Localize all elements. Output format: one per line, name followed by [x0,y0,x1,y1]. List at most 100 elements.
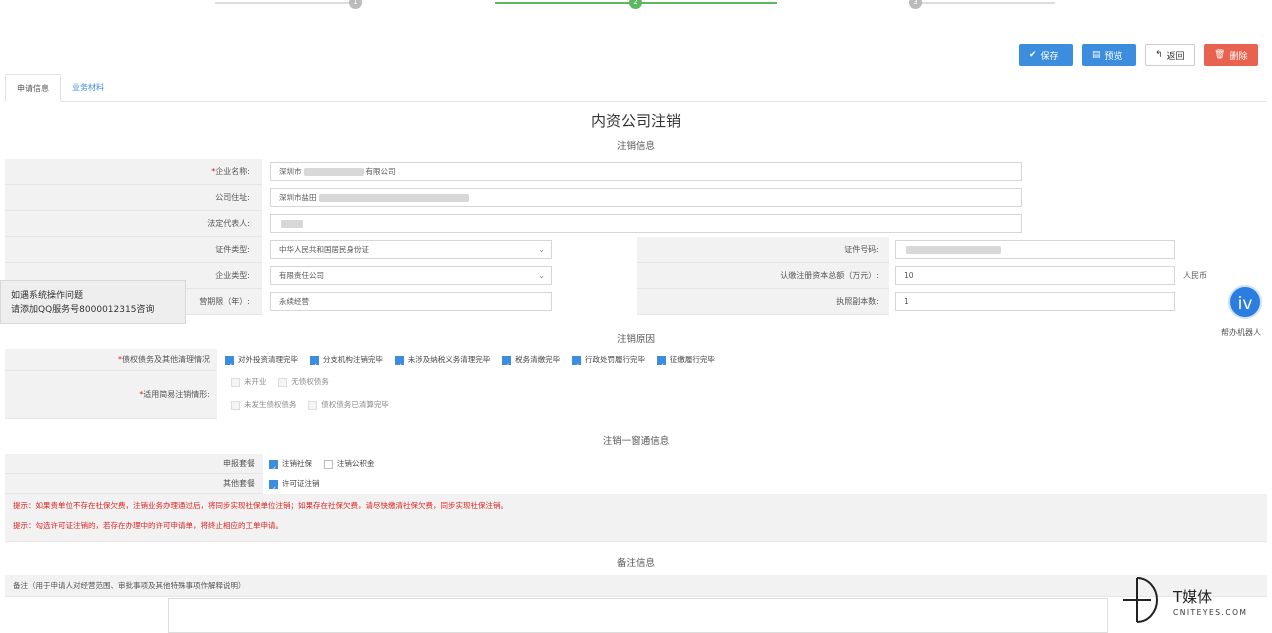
step-line [915,2,1055,4]
legal-rep-label: 法定代表人: [207,219,250,228]
simple-item: 未开业 [231,371,267,393]
form-row: 申报套餐 注销社保 注销公积金 [5,454,1267,479]
checkbox[interactable] [394,355,404,377]
section-title-cancel-info: 注销信息 [616,141,655,152]
company-name-label: *企业名称: [211,167,250,176]
checkbox[interactable] [323,459,333,469]
back-button[interactable]: ↰ 返回 [1145,44,1195,66]
watermark-logo-icon [1123,577,1158,623]
robot-icon: iv [1228,285,1262,319]
license-copies-input[interactable]: 1 [895,292,1175,311]
checkbox [231,400,240,410]
debt-item[interactable]: 对外投资清理完毕 [225,349,298,377]
remark-label: 备注（用于申请人对经营范围、审批事项及其他特殊事项作解释说明） [13,581,246,590]
form-row: *适用简易注销情形: 未开业 无债权债务 未发生债权债务 债权债务已清算完毕 [5,371,1267,419]
checkbox[interactable] [225,355,234,377]
other-package-label: 其他套餐 [223,479,255,488]
form-row: 公司住址: 深圳市盐田 [5,185,1267,211]
checkbox [231,377,240,387]
form-row: *债权债务及其他清理情况 对外投资清理完毕 分支机构注销完毕 未涉及纳税义务清理… [5,349,1267,377]
form-row: 企业类型: 有限责任公司 ⌄ 认缴注册资本总额（万元）: 10 人民币 [5,263,1267,289]
step-2-dot: 2 [629,0,642,9]
address-input[interactable]: 深圳市盐田 [270,188,1022,207]
remark-row: 备注（用于申请人对经营范围、审批事项及其他特殊事项作解释说明） [5,575,1267,597]
checkbox[interactable] [572,355,581,377]
tab-bar: 申请信息 业务材料 [5,74,1267,102]
debt-item[interactable]: 征缴履行完毕 [656,349,715,377]
tip-license: 提示：勾选许可证注销的，若存在办理中的许可申请单，将终止相应的工单申请。 [13,521,283,530]
preview-button[interactable]: ▤ 预览 [1082,44,1136,66]
checkbox[interactable] [656,355,666,377]
reply-icon: ↰ [1155,50,1163,60]
debt-checkbox-group: 对外投资清理完毕 分支机构注销完毕 未涉及纳税义务清理完毕 税务清缴完毕 行政处… [217,349,1267,377]
declare-checkbox-group: 注销社保 注销公积金 [263,454,1267,479]
company-name-input[interactable]: 深圳市 有限公司 [270,162,1022,181]
form-row: 营期限（年）: 永续经营 执照副本数: 1 [5,289,1267,315]
page-title: 内资公司注销 [590,112,681,130]
delete-button[interactable]: 🗑 删除 [1204,44,1258,66]
section-title-cancel-reason: 注销原因 [616,334,655,345]
list-icon: ▤ [1092,50,1101,60]
assistant-robot[interactable]: iv 帮办机器人 [1221,285,1264,338]
simple-cancel-label: *适用简易注销情形: [139,390,210,399]
check-icon: ✔ [1029,50,1037,60]
trash-icon: 🗑 [1214,50,1226,60]
step-1-dot: 1 [349,0,362,9]
id-number-input[interactable] [895,240,1175,259]
watermark-en: CNITEYES.COM [1173,608,1248,617]
declare-package-label: 申报套餐 [223,459,255,468]
save-button[interactable]: ✔ 保存 [1019,44,1073,66]
form-row: 法定代表人: [5,211,1267,237]
capital-unit: 人民币 [1183,271,1207,280]
id-type-label: 证件类型: [215,245,250,254]
checkbox [308,400,318,410]
simple-item: 未发生债权债务 [231,393,297,417]
other-item-license-cancel[interactable]: 许可证注销 [269,474,320,499]
checkbox[interactable] [502,355,512,377]
license-copies-label: 执照副本数: [836,297,879,306]
registered-capital-label: 认缴注册资本总额（万元）: [780,271,879,280]
section-title-remark: 备注信息 [616,558,655,569]
tip-social-security: 提示：如果贵单位不存在社保欠费，注销业务办理通过后，将同步实现社保单位注销；如果… [13,501,508,510]
debt-item[interactable]: 行政处罚履行完毕 [572,349,645,377]
id-number-label: 证件号码: [844,245,879,254]
progress-stepper: 1 2 3 [215,0,1055,10]
form-row: 证件类型: 中华人民共和国居民身份证 ⌄ 证件号码: [5,237,1267,263]
other-checkbox-group: 许可证注销 [263,474,1267,499]
step-3-dot: 3 [909,0,922,9]
declare-item-housing-fund[interactable]: 注销公积金 [323,454,374,474]
debt-label: *债权债务及其他清理情况 [118,355,210,364]
debt-item[interactable]: 未涉及纳税义务清理完毕 [394,349,490,377]
chevron-down-icon: ⌄ [538,271,545,280]
remark-textarea[interactable] [168,598,1108,633]
business-term-input[interactable]: 永续经营 [270,292,552,311]
form-row: *企业名称: 深圳市 有限公司 [5,159,1267,185]
debt-item[interactable]: 税务清缴完毕 [502,349,560,377]
tips-panel: 提示：如果贵单位不存在社保欠费，注销业务办理通过后，将同步实现社保单位注销；如果… [5,494,1267,542]
tab-application-info[interactable]: 申请信息 [5,74,61,102]
watermark-cn: T媒体 [1173,588,1213,606]
simple-item: 债权债务已清算完毕 [308,393,389,417]
chevron-down-icon: ⌄ [538,245,545,254]
checkbox [278,377,288,387]
checkbox[interactable] [269,459,278,479]
checkbox[interactable] [309,355,319,377]
watermark: T媒体 CNITEYES.COM [1123,576,1268,628]
help-note: 如遇系统操作问题 请添加QQ服务号800001231​5咨询 [0,280,186,324]
step-line [215,2,355,4]
declare-item-social-security[interactable]: 注销社保 [269,454,312,479]
checkbox[interactable] [269,479,278,499]
action-toolbar: ✔ 保存 ▤ 预览 ↰ 返回 🗑 删除 [1019,44,1258,66]
address-label: 公司住址: [215,193,250,202]
form-row: 其他套餐 许可证注销 [5,474,1267,499]
legal-rep-input[interactable] [270,214,1022,233]
section-title-one-window: 注销一窗通信息 [602,436,670,447]
tab-business-materials[interactable]: 业务材料 [61,74,115,102]
robot-label: 帮办机器人 [1221,328,1261,337]
company-type-select[interactable]: 有限责任公司 ⌄ [270,266,552,285]
simple-cancel-checkbox-group: 未开业 无债权债务 未发生债权债务 债权债务已清算完毕 [217,371,1267,419]
registered-capital-input[interactable]: 10 [895,266,1175,285]
id-type-select[interactable]: 中华人民共和国居民身份证 ⌄ [270,240,552,259]
debt-item[interactable]: 分支机构注销完毕 [309,349,383,377]
simple-item: 无债权债务 [278,371,329,393]
